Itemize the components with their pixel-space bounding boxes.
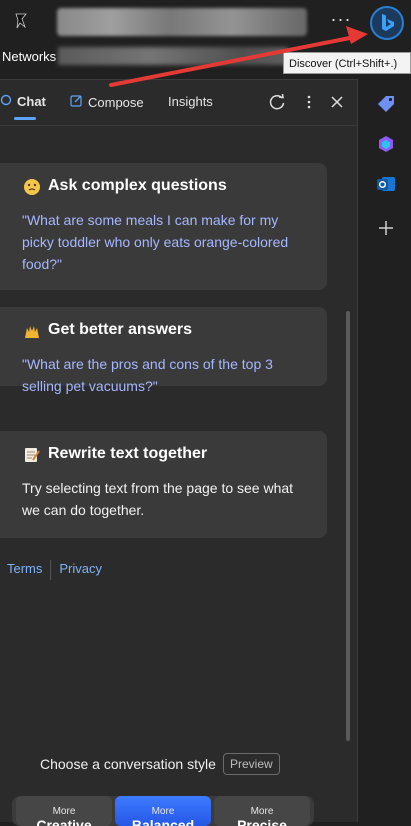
favorites-item-networks[interactable]: Networks <box>2 49 56 64</box>
active-tab-indicator <box>14 117 36 120</box>
conversation-style-label: Choose a conversation style <box>40 756 216 772</box>
card-description: Try selecting text from the page to see … <box>22 480 294 518</box>
legal-links: Terms Privacy <box>7 560 102 580</box>
style-option-prefix: More <box>151 806 175 817</box>
address-bar-redacted[interactable] <box>57 8 307 36</box>
discover-panel: Chat Compose Insights Ask complex questi… <box>0 79 358 826</box>
outlook-icon <box>377 177 395 191</box>
sidebar-item-copilot[interactable] <box>375 133 397 155</box>
memo-icon <box>23 446 41 464</box>
sidebar-item-outlook[interactable] <box>375 173 397 195</box>
terms-link[interactable]: Terms <box>7 561 42 576</box>
preview-badge: Preview <box>223 753 280 775</box>
thinking-face-icon <box>23 178 41 196</box>
style-option-creative[interactable]: More Creative <box>16 796 112 826</box>
discover-tooltip: Discover (Ctrl+Shift+.) <box>283 52 411 74</box>
tab-compose[interactable]: Compose <box>70 94 144 110</box>
card-title: Rewrite text together <box>48 445 208 462</box>
raised-hands-icon <box>23 322 41 340</box>
sidebar-add-button[interactable] <box>375 217 397 239</box>
tab-chat-label: Chat <box>17 94 46 109</box>
edge-sidebar <box>358 79 411 821</box>
conversation-style-selector: More Creative More Balanced More Precise <box>12 796 314 826</box>
refresh-button[interactable] <box>266 91 288 113</box>
compose-icon <box>70 94 83 110</box>
close-icon <box>331 96 343 108</box>
add-icon <box>379 221 393 235</box>
panel-tab-bar: Chat Compose Insights <box>0 80 357 126</box>
style-option-prefix: More <box>250 806 274 817</box>
suggestion-card[interactable]: Ask complex questions "What are some mea… <box>0 163 327 290</box>
card-title: Get better answers <box>48 321 193 338</box>
site-favicon-icon[interactable] <box>10 10 32 32</box>
panel-more-button[interactable] <box>298 91 320 113</box>
suggestion-card[interactable]: Rewrite text together Try selecting text… <box>0 431 327 538</box>
refresh-icon <box>269 93 285 110</box>
suggestion-card[interactable]: Get better answers "What are the pros an… <box>0 307 327 394</box>
chat-icon <box>0 94 12 109</box>
tab-chat[interactable]: Chat <box>0 94 46 109</box>
style-option-prefix: More <box>52 806 76 817</box>
sidebar-item-shopping[interactable] <box>375 93 397 115</box>
bing-discover-button[interactable] <box>370 6 404 40</box>
card-prompt: "What are some meals I can make for my p… <box>22 212 289 272</box>
style-option-mode: Creative <box>36 817 92 826</box>
card-title: Ask complex questions <box>48 177 227 194</box>
tab-insights-label: Insights <box>168 94 213 109</box>
bing-icon <box>382 14 394 31</box>
privacy-link[interactable]: Privacy <box>59 561 102 576</box>
copilot-icon <box>379 136 393 152</box>
link-divider <box>50 560 52 580</box>
style-option-balanced[interactable]: More Balanced <box>115 796 211 826</box>
panel-scrollbar[interactable] <box>346 311 350 741</box>
style-option-mode: Balanced <box>131 817 195 826</box>
kebab-icon <box>307 95 311 109</box>
tab-compose-label: Compose <box>88 94 144 110</box>
style-option-mode: Precise <box>237 817 287 826</box>
tag-icon <box>378 96 394 112</box>
style-option-precise[interactable]: More Precise <box>214 796 310 826</box>
favorites-bar-redacted <box>58 47 288 65</box>
close-panel-button[interactable] <box>326 91 348 113</box>
card-prompt: "What are the pros and cons of the top 3… <box>22 356 273 394</box>
more-options-button[interactable]: ··· <box>330 10 352 32</box>
tab-insights[interactable]: Insights <box>168 94 213 109</box>
